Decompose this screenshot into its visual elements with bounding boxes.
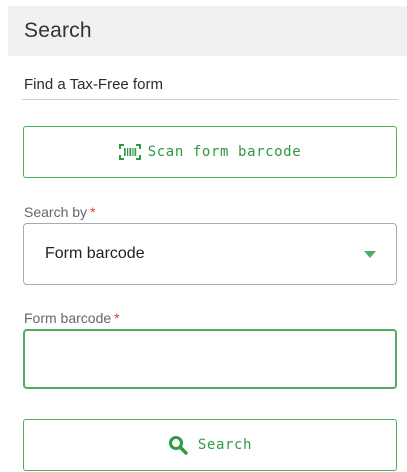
- scan-barcode-label: Scan form barcode: [147, 144, 302, 160]
- form-barcode-label-text: Form barcode: [24, 310, 112, 326]
- required-mark: *: [114, 310, 120, 326]
- panel-header: Search: [8, 6, 407, 56]
- search-button-label: Search: [197, 437, 253, 453]
- page-title: Search: [24, 19, 92, 42]
- search-button[interactable]: Search: [23, 419, 397, 471]
- required-mark: *: [90, 204, 96, 220]
- section-divider: [22, 99, 398, 100]
- search-by-selected-value: Form barcode: [45, 245, 145, 262]
- search-by-select[interactable]: Form barcode: [23, 223, 397, 285]
- search-by-label-text: Search by: [24, 204, 88, 220]
- form-barcode-input[interactable]: [23, 329, 397, 389]
- scan-barcode-button[interactable]: Scan form barcode: [23, 126, 397, 178]
- form-barcode-label: Form barcode *: [24, 310, 120, 326]
- barcode-scan-icon: [118, 144, 141, 160]
- search-icon: [168, 435, 188, 455]
- section-heading: Find a Tax-Free form: [24, 76, 163, 93]
- search-by-label: Search by *: [24, 204, 96, 220]
- caret-down-icon: [364, 250, 376, 258]
